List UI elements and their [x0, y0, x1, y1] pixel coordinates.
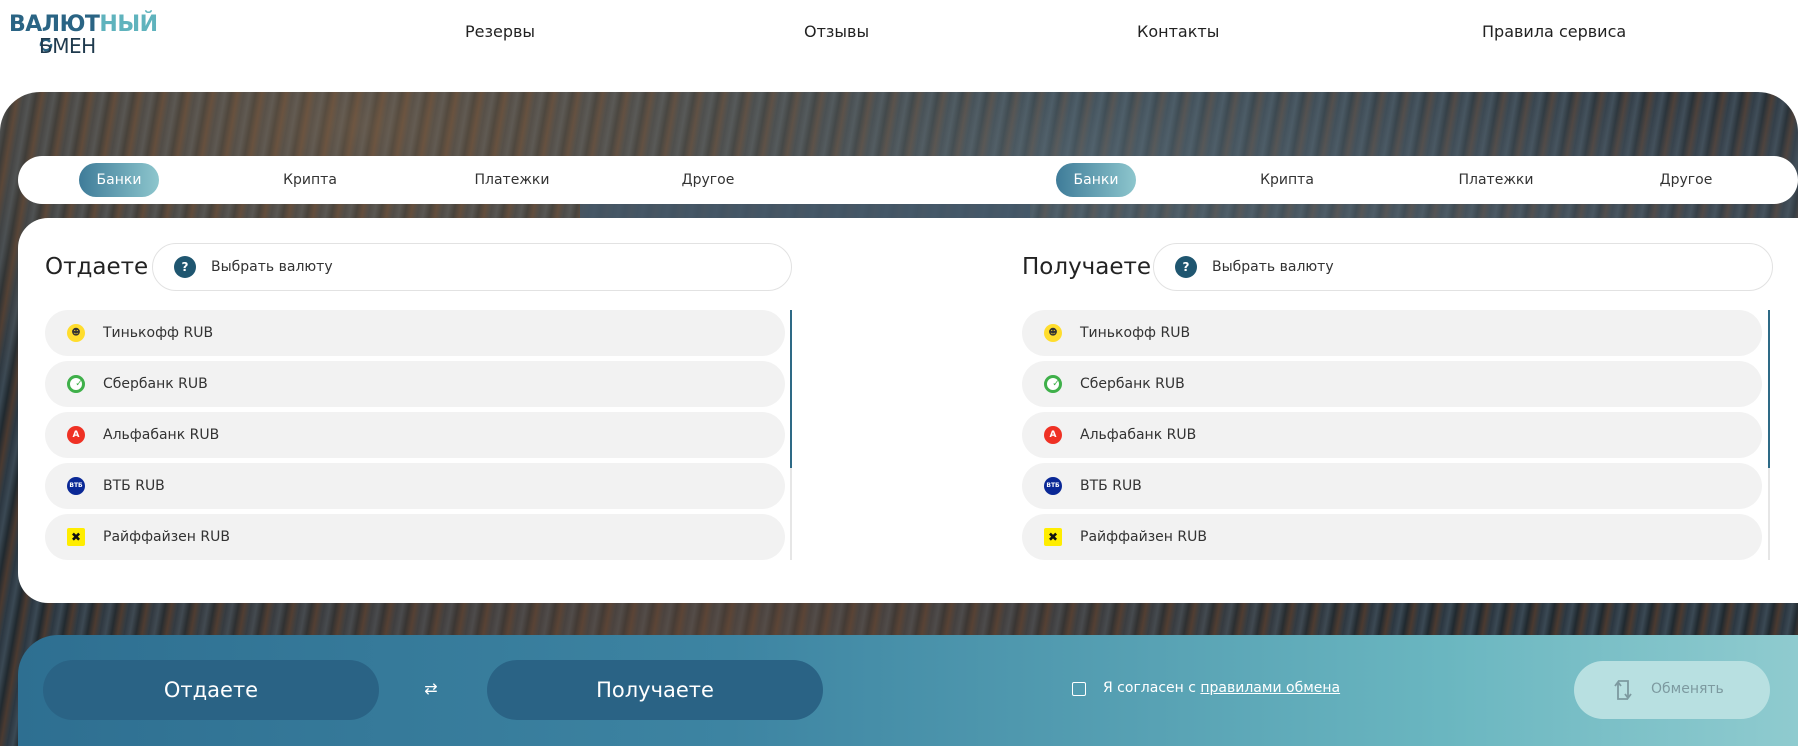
- give-item-sber[interactable]: ✓ Сбербанк RUB: [45, 361, 785, 407]
- list-item-label: ВТБ RUB: [1080, 478, 1142, 494]
- exchange-button-label: Обменять: [1651, 681, 1724, 697]
- receive-amount-button[interactable]: Получаете: [487, 660, 823, 720]
- logo-line-2: БМЕН: [39, 34, 96, 58]
- receive-currency-list: ☻ Тинькофф RUB ✓ Сбербанк RUB A Альфабан…: [1022, 310, 1762, 565]
- give-item-vtb[interactable]: ВТБ ВТБ RUB: [45, 463, 785, 509]
- tab-receive-other[interactable]: Другое: [1646, 163, 1726, 197]
- category-tabs-bar: Банки Крипта Платежки Другое Банки Крипт…: [18, 156, 1798, 204]
- exchange-panel: Отдаете ? Выбрать валюту ☻ Тинькофф RUB …: [18, 218, 1798, 603]
- receive-item-sber[interactable]: ✓ Сбербанк RUB: [1022, 361, 1762, 407]
- tab-receive-crypto[interactable]: Крипта: [1247, 163, 1327, 197]
- list-item-label: Тинькофф RUB: [1080, 325, 1191, 341]
- vtb-icon: ВТБ: [67, 477, 85, 495]
- give-title: Отдаете: [45, 254, 149, 280]
- list-item-label: Райффайзен RUB: [1080, 529, 1207, 545]
- list-item-label: Сбербанк RUB: [1080, 376, 1185, 392]
- tab-receive-banks[interactable]: Банки: [1056, 163, 1136, 197]
- sber-icon: ✓: [67, 375, 85, 393]
- receive-currency-select[interactable]: ? Выбрать валюту: [1153, 243, 1773, 291]
- tab-give-payments[interactable]: Платежки: [462, 163, 562, 197]
- receive-item-raif[interactable]: ✖ Райффайзен RUB: [1022, 514, 1762, 560]
- receive-item-tinkoff[interactable]: ☻ Тинькофф RUB: [1022, 310, 1762, 356]
- swap-direction-icon[interactable]: ⇄: [422, 680, 440, 698]
- give-amount-button[interactable]: Отдаете: [43, 660, 379, 720]
- list-item-label: Сбербанк RUB: [103, 376, 208, 392]
- question-icon: ?: [174, 256, 196, 278]
- give-currency-select[interactable]: ? Выбрать валюту: [152, 243, 792, 291]
- site-logo[interactable]: ВАЛЮТНЫЙ БМЕН: [9, 12, 158, 58]
- receive-item-alfa[interactable]: A Альфабанк RUB: [1022, 412, 1762, 458]
- receive-select-placeholder: Выбрать валюту: [1212, 259, 1334, 275]
- nav-reserves[interactable]: Резервы: [465, 22, 535, 41]
- vtb-icon: ВТБ: [1044, 477, 1062, 495]
- list-item-label: Альфабанк RUB: [103, 427, 220, 443]
- list-item-label: Альфабанк RUB: [1080, 427, 1197, 443]
- give-item-alfa[interactable]: A Альфабанк RUB: [45, 412, 785, 458]
- site-header: ВАЛЮТНЫЙ БМЕН Резервы Отзывы Контакты Пр…: [0, 0, 1798, 92]
- tab-give-crypto[interactable]: Крипта: [270, 163, 350, 197]
- nav-reviews[interactable]: Отзывы: [804, 22, 869, 41]
- give-item-raif[interactable]: ✖ Райффайзен RUB: [45, 514, 785, 560]
- alfa-icon: A: [67, 426, 85, 444]
- sber-icon: ✓: [1044, 375, 1062, 393]
- tinkoff-icon: ☻: [1044, 324, 1062, 342]
- exchange-button[interactable]: Обменять: [1574, 661, 1770, 719]
- exchange-icon: [1614, 680, 1632, 700]
- give-item-tinkoff[interactable]: ☻ Тинькофф RUB: [45, 310, 785, 356]
- raif-icon: ✖: [1044, 528, 1062, 546]
- list-item-label: ВТБ RUB: [103, 478, 165, 494]
- alfa-icon: A: [1044, 426, 1062, 444]
- nav-contacts[interactable]: Контакты: [1137, 22, 1219, 41]
- scrollbar-thumb[interactable]: [790, 310, 792, 468]
- exchange-bottom-bar: Отдаете ⇄ Получаете Я согласен с правила…: [18, 635, 1798, 746]
- tab-give-banks[interactable]: Банки: [79, 163, 159, 197]
- receive-list-scrollbar[interactable]: [1768, 310, 1770, 560]
- list-item-label: Тинькофф RUB: [103, 325, 214, 341]
- give-select-placeholder: Выбрать валюту: [211, 259, 333, 275]
- receive-item-vtb[interactable]: ВТБ ВТБ RUB: [1022, 463, 1762, 509]
- list-item-label: Райффайзен RUB: [103, 529, 230, 545]
- tinkoff-icon: ☻: [67, 324, 85, 342]
- receive-title: Получаете: [1022, 254, 1152, 280]
- give-list-scrollbar[interactable]: [790, 310, 792, 560]
- tab-receive-payments[interactable]: Платежки: [1446, 163, 1546, 197]
- agree-checkbox[interactable]: [1072, 682, 1086, 696]
- question-icon: ?: [1175, 256, 1197, 278]
- give-currency-list: ☻ Тинькофф RUB ✓ Сбербанк RUB A Альфабан…: [45, 310, 785, 565]
- tab-give-other[interactable]: Другое: [668, 163, 748, 197]
- raif-icon: ✖: [67, 528, 85, 546]
- scrollbar-thumb[interactable]: [1768, 310, 1770, 468]
- exchange-rules-link[interactable]: правилами обмена: [1200, 680, 1340, 696]
- agree-label: Я согласен с правилами обмена: [1103, 680, 1341, 696]
- nav-service-rules[interactable]: Правила сервиса: [1482, 22, 1626, 41]
